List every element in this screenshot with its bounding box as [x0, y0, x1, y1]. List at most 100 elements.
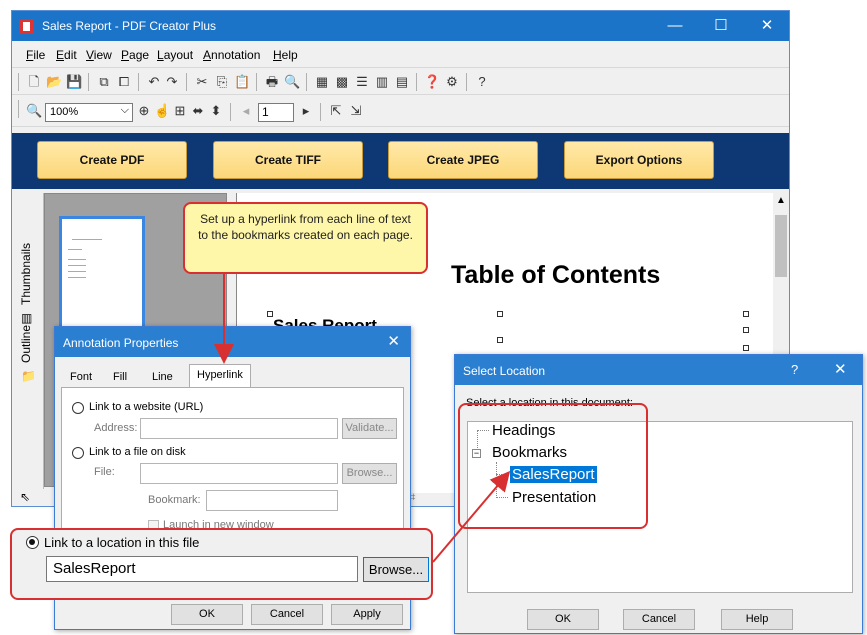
help-button[interactable]: Help	[721, 609, 793, 630]
layout-columns-icon[interactable]: ▥	[374, 74, 390, 90]
menu-page[interactable]: Page	[121, 48, 149, 62]
tree-highlight	[458, 403, 648, 529]
next-page-icon[interactable]: ▸	[298, 103, 314, 119]
print-preview-icon[interactable]: 🔍	[284, 74, 300, 90]
bookmark-label: Bookmark:	[148, 494, 201, 506]
address-input[interactable]	[140, 418, 338, 439]
zoom-select[interactable]: 100%	[45, 102, 133, 122]
selection-handle[interactable]	[743, 311, 749, 317]
address-label: Address:	[94, 422, 138, 434]
bookmark-input[interactable]	[206, 490, 338, 511]
tab-fill[interactable]: Fill	[106, 367, 134, 387]
dialog-title: Annotation Properties	[63, 336, 179, 350]
cut-icon[interactable]: ✂	[194, 74, 210, 90]
fit-height-icon[interactable]: ⬍	[208, 103, 224, 119]
align-list-icon[interactable]: ☰	[354, 74, 370, 90]
grid-icon[interactable]: ▦	[314, 74, 330, 90]
tab-hyperlink[interactable]: Hyperlink	[189, 364, 251, 388]
paste-page-icon[interactable]: ⧠	[116, 74, 132, 90]
location-input[interactable]: SalesReport	[46, 556, 358, 582]
radio-website[interactable]	[72, 402, 84, 414]
tab-font[interactable]: Font	[63, 367, 99, 387]
export-options-button[interactable]: Export Options	[564, 141, 714, 179]
thumbnails-icon: ▥	[21, 311, 33, 325]
menu-layout[interactable]: Layout	[157, 48, 193, 62]
app-icon	[19, 19, 34, 34]
pointer-icon[interactable]: ☝	[154, 103, 170, 119]
menu-annotation[interactable]: Annotation	[203, 48, 260, 62]
select-tool-icon[interactable]: ⇖	[20, 490, 30, 504]
create-tiff-button[interactable]: Create TIFF	[213, 141, 363, 179]
ok-button[interactable]: OK	[171, 604, 243, 625]
instruction-callout: Set up a hyperlink from each line of tex…	[183, 202, 428, 274]
menu-file[interactable]: File	[26, 48, 45, 62]
window-title: Sales Report - PDF Creator Plus	[42, 19, 217, 33]
settings-icon[interactable]: ⚙	[444, 74, 460, 90]
selection-handle[interactable]	[743, 345, 749, 351]
view-toolbar: 🔍 100% ⊕ ☝ ⊞ ⬌ ⬍ ◂ 1 ▸ ⇱ ⇲	[12, 96, 789, 127]
print-icon[interactable]: 🖶	[264, 74, 280, 90]
zoom-in-icon[interactable]: ⊕	[136, 103, 152, 119]
minimize-button[interactable]: —	[652, 11, 698, 41]
option-location-label: Link to a location in this file	[44, 535, 200, 550]
multi-grid-icon[interactable]: ▩	[334, 74, 350, 90]
layout-grid-icon[interactable]: ▤	[394, 74, 410, 90]
help-context-icon[interactable]: ❓	[424, 74, 440, 90]
selection-handle[interactable]	[267, 311, 273, 317]
tab-thumbnails[interactable]: Thumbnails	[19, 243, 33, 305]
save-icon[interactable]: 💾	[66, 74, 82, 90]
radio-location[interactable]	[26, 536, 39, 549]
dialog-title: Select Location	[463, 364, 546, 378]
file-input[interactable]	[140, 463, 338, 484]
selection-handle[interactable]	[497, 311, 503, 317]
cancel-button[interactable]: Cancel	[623, 609, 695, 630]
cancel-button[interactable]: Cancel	[251, 604, 323, 625]
title-bar: Sales Report - PDF Creator Plus — ☐ ✕	[12, 11, 789, 41]
menu-help[interactable]: Help	[273, 48, 298, 62]
prev-page-icon[interactable]: ◂	[238, 103, 254, 119]
link-location-highlight: Link to a location in this file SalesRep…	[10, 528, 433, 600]
document-heading: Table of Contents	[451, 261, 661, 289]
undo-icon[interactable]: ↶	[146, 74, 162, 90]
side-tabs: Thumbnails ▥ Outline 📁	[12, 193, 44, 493]
maximize-button[interactable]: ☐	[698, 11, 744, 41]
copy-icon[interactable]: ⎘	[214, 74, 230, 90]
dialog-title-bar: Select Location ? ✕	[455, 355, 862, 385]
zoom-out-icon[interactable]: 🔍	[26, 103, 42, 119]
fit-width-icon[interactable]: ⬌	[190, 103, 206, 119]
insert-page-icon[interactable]: ⇲	[348, 103, 364, 119]
open-folder-icon[interactable]: 📂	[46, 74, 62, 90]
validate-button[interactable]: Validate...	[342, 418, 397, 439]
close-button[interactable]: ✕	[744, 11, 789, 41]
menu-bar: File Edit View Page Layout Annotation He…	[12, 42, 789, 68]
bottom-tools: ⇖	[12, 489, 52, 506]
fit-page-icon[interactable]: ⊞	[172, 103, 188, 119]
tab-outline[interactable]: Outline	[19, 325, 33, 363]
selection-handle[interactable]	[497, 337, 503, 343]
menu-view[interactable]: View	[86, 48, 112, 62]
scroll-up-icon[interactable]: ▲	[776, 195, 786, 206]
browse-location-button[interactable]: Browse...	[363, 557, 429, 582]
question-icon[interactable]: ?	[474, 74, 490, 90]
help-title-button[interactable]: ?	[791, 362, 798, 377]
page-number-input[interactable]: 1	[258, 103, 294, 122]
action-button-band: Create PDF Create TIFF Create JPEG Expor…	[12, 133, 789, 189]
tab-line[interactable]: Line	[145, 367, 180, 387]
create-jpeg-button[interactable]: Create JPEG	[388, 141, 538, 179]
option-file-label: Link to a file on disk	[89, 446, 186, 458]
scrollbar-thumb[interactable]	[775, 215, 787, 277]
dialog-close-button[interactable]: ✕	[834, 360, 847, 378]
copy-page-icon[interactable]: ⧉	[96, 74, 112, 90]
redo-icon[interactable]: ↷	[164, 74, 180, 90]
ok-button[interactable]: OK	[527, 609, 599, 630]
paste-icon[interactable]: 📋	[234, 74, 250, 90]
menu-edit[interactable]: Edit	[56, 48, 77, 62]
move-page-icon[interactable]: ⇱	[328, 103, 344, 119]
selection-handle[interactable]	[743, 327, 749, 333]
dialog-close-button[interactable]: ✕	[387, 332, 400, 350]
browse-file-button[interactable]: Browse...	[342, 463, 397, 484]
apply-button[interactable]: Apply	[331, 604, 403, 625]
radio-file[interactable]	[72, 447, 84, 459]
create-pdf-button[interactable]: Create PDF	[37, 141, 187, 179]
new-file-icon[interactable]: 🗋	[26, 74, 42, 90]
